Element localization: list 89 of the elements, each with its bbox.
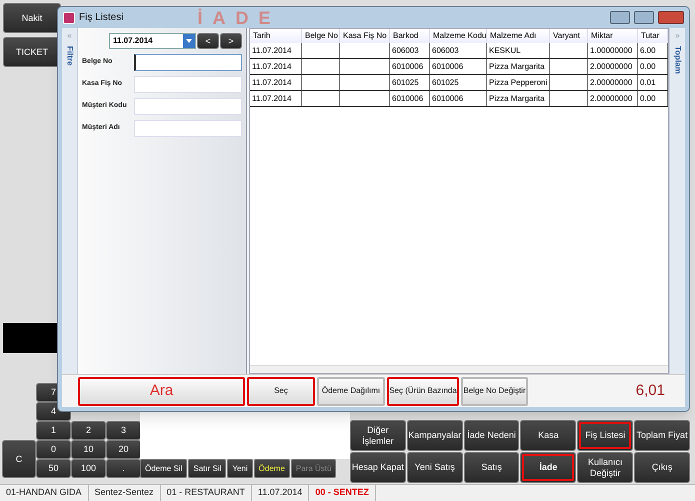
action-button[interactable]: Ödeme Sil bbox=[140, 459, 188, 478]
table-cell: Pizza Margarita bbox=[487, 59, 550, 74]
status-item: 00 - SENTEZ bbox=[309, 485, 376, 501]
redacted-block bbox=[3, 323, 58, 353]
keypad-key[interactable]: 10 bbox=[71, 440, 106, 459]
filter-label: Filtre bbox=[64, 46, 76, 66]
function-button[interactable]: Satış bbox=[464, 452, 520, 483]
date-picker[interactable]: 11.07.2014 bbox=[109, 33, 196, 49]
total-amount: 6,01 bbox=[636, 380, 665, 401]
table-cell: 6010006 bbox=[430, 59, 487, 74]
maximize-icon[interactable] bbox=[634, 11, 654, 24]
dialog-button[interactable]: Belge No Değiştir bbox=[461, 376, 528, 406]
column-header[interactable]: Kasa Fiş No bbox=[340, 29, 390, 43]
column-header[interactable]: Tutar bbox=[638, 29, 668, 43]
function-button[interactable]: Çıkış bbox=[634, 452, 690, 483]
action-button[interactable]: Ödeme bbox=[254, 459, 290, 478]
total-label: Toplam bbox=[672, 46, 684, 74]
status-item: Sentez-Sentez bbox=[88, 485, 161, 501]
keypad-key[interactable]: . bbox=[106, 459, 141, 478]
banner-text: İADE bbox=[197, 8, 280, 26]
function-button[interactable]: Yeni Satış bbox=[406, 452, 463, 483]
action-button[interactable]: Satır Sil bbox=[188, 459, 226, 478]
keypad-key[interactable]: 3 bbox=[106, 421, 141, 440]
table-cell: 6010006 bbox=[390, 91, 430, 106]
close-icon[interactable] bbox=[658, 11, 684, 24]
table-cell: 601025 bbox=[390, 75, 430, 90]
column-header[interactable]: Varyant bbox=[550, 29, 588, 43]
dialog-button[interactable]: Seç (Ürün Bazında bbox=[387, 376, 459, 406]
column-header[interactable]: Belge No bbox=[302, 29, 340, 43]
table-cell: Pizza Margarita bbox=[487, 91, 550, 106]
function-button[interactable]: Fiş Listesi bbox=[577, 420, 634, 451]
column-header[interactable]: Malzeme Adı bbox=[487, 29, 550, 43]
app-logo-icon bbox=[63, 12, 75, 24]
function-button[interactable]: Kampanyalar bbox=[406, 420, 463, 451]
column-header[interactable]: Tarih bbox=[250, 29, 302, 43]
table-cell: 601025 bbox=[430, 75, 487, 90]
table-cell: 0.00 bbox=[638, 91, 668, 106]
input-field[interactable] bbox=[134, 54, 242, 70]
table-cell: 6.00 bbox=[638, 43, 668, 58]
table-cell: 11.07.2014 bbox=[250, 91, 302, 106]
date-value: 11.07.2014 bbox=[113, 35, 153, 47]
table-cell: 2.00000000 bbox=[588, 59, 638, 74]
keypad-key[interactable]: 1 bbox=[36, 421, 71, 440]
previous-button[interactable]: < bbox=[197, 33, 219, 49]
action-button[interactable]: Yeni bbox=[227, 459, 253, 478]
keypad-key[interactable]: 100 bbox=[71, 459, 106, 478]
status-item: 01-HANDAN GIDA bbox=[0, 485, 89, 501]
table-cell: 6010006 bbox=[430, 91, 487, 106]
function-button[interactable]: Toplam Fiyat bbox=[634, 420, 690, 451]
table-cell: 0.01 bbox=[638, 75, 668, 90]
dialog-button[interactable]: Ara bbox=[78, 376, 245, 406]
keypad-key[interactable]: 0 bbox=[36, 440, 71, 459]
table-cell: 6010006 bbox=[390, 59, 430, 74]
column-header[interactable]: Malzeme Kodu bbox=[430, 29, 487, 43]
column-header[interactable]: Miktar bbox=[588, 29, 638, 43]
side-button[interactable]: Nakit bbox=[3, 3, 61, 33]
column-header[interactable]: Barkod bbox=[390, 29, 430, 43]
status-item: 11.07.2014 bbox=[252, 485, 310, 501]
minimize-icon[interactable] bbox=[610, 11, 630, 24]
dialog-button[interactable]: Ödeme Dağılımı bbox=[317, 376, 385, 406]
function-button[interactable]: İade Nedeni bbox=[464, 420, 520, 451]
keypad-key[interactable]: 50 bbox=[36, 459, 71, 478]
keypad-key[interactable]: 20 bbox=[106, 440, 141, 459]
function-button[interactable]: Hesap Kapat bbox=[350, 452, 406, 483]
function-button[interactable]: İade bbox=[520, 452, 576, 483]
dialog-button[interactable]: Seç bbox=[247, 376, 315, 406]
horizontal-scrollbar[interactable] bbox=[250, 365, 668, 373]
table-cell: 2.00000000 bbox=[588, 75, 638, 90]
function-button[interactable]: Kullanıcı Değiştir bbox=[577, 452, 634, 483]
function-button[interactable]: Kasa bbox=[520, 420, 576, 451]
status-item: 01 - RESTAURANT bbox=[160, 485, 252, 501]
table-cell: KESKUL bbox=[487, 43, 550, 58]
next-button[interactable]: > bbox=[220, 33, 242, 49]
table-cell: 11.07.2014 bbox=[250, 43, 302, 58]
function-button[interactable]: Diğer İşlemler bbox=[350, 420, 406, 451]
table-cell: 1.00000000 bbox=[588, 43, 638, 58]
window-title: Fiş Listesi bbox=[79, 11, 124, 25]
filter-tab[interactable]: « Filtre bbox=[62, 28, 78, 374]
total-tab[interactable]: » Toplam bbox=[669, 28, 685, 374]
table-cell: 606003 bbox=[390, 43, 430, 58]
table-cell: 606003 bbox=[430, 43, 487, 58]
table-cell: 11.07.2014 bbox=[250, 59, 302, 74]
table-cell: 2.00000000 bbox=[588, 91, 638, 106]
table-cell: Pizza Pepperoni bbox=[487, 75, 550, 90]
keypad-key[interactable]: C bbox=[2, 440, 36, 478]
keypad-key[interactable]: 2 bbox=[71, 421, 106, 440]
table-cell: 0.00 bbox=[638, 59, 668, 74]
table-cell: 11.07.2014 bbox=[250, 75, 302, 90]
dropdown-icon[interactable] bbox=[183, 34, 195, 48]
